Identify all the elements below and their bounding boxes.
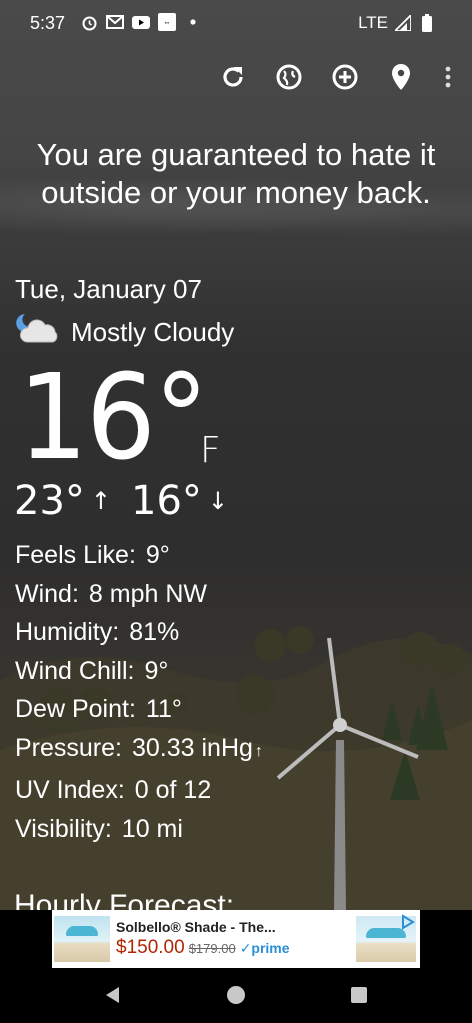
detail-feels-like: Feels Like: 9°: [15, 541, 170, 569]
location-pin-icon[interactable]: [386, 62, 416, 92]
alarm-icon: [80, 13, 98, 31]
status-time: 5:37: [30, 13, 66, 33]
mostly-cloudy-night-icon: [15, 312, 61, 353]
signal-icon: [394, 14, 412, 32]
ad-text[interactable]: Solbello® Shade - The... $150.00 $179.00…: [110, 919, 356, 959]
nav-recents-icon[interactable]: [350, 986, 368, 1009]
up-arrow-icon: ↑: [90, 487, 112, 515]
low-temperature: 16°: [131, 478, 202, 524]
ad-price-row: $150.00 $179.00 ✓prime: [116, 937, 356, 959]
detail-wind-chill: Wind Chill: 9°: [15, 656, 169, 685]
gmail-icon: [106, 13, 124, 31]
nav-home-icon[interactable]: [226, 985, 246, 1010]
status-notification-icons: ▪▪▪: [80, 13, 202, 31]
pressure-rising-arrow-icon: ↑: [254, 742, 263, 760]
app-toolbar: [218, 62, 454, 92]
ad-choices-icon[interactable]: [400, 914, 416, 930]
temperature-unit: F: [200, 430, 221, 471]
detail-pressure: Pressure: 30.33 inHg ↑: [15, 733, 263, 762]
status-right: LTE: [358, 13, 436, 33]
ad-product-image[interactable]: [54, 916, 110, 962]
detail-uv-index: UV Index: 0 of 12: [15, 776, 212, 804]
radar-icon[interactable]: [274, 62, 304, 92]
add-location-icon[interactable]: [330, 62, 360, 92]
network-type: LTE: [358, 13, 388, 32]
ad-prime-badge: ✓prime: [239, 940, 290, 956]
ad-price: $150.00: [116, 937, 185, 958]
nav-back-icon[interactable]: [103, 985, 123, 1010]
weather-channel-icon: ▪▪▪: [158, 13, 176, 31]
status-bar: 5:37 ▪▪▪ LTE: [0, 0, 472, 48]
high-temperature: 23°: [14, 478, 85, 524]
detail-dew-point: Dew Point: 11°: [15, 695, 182, 723]
detail-visibility: Visibility: 10 mi: [15, 814, 183, 843]
condition-row: Mostly Cloudy: [15, 312, 234, 353]
high-low-row: 23° ↑ 16° ↓: [14, 478, 242, 524]
weather-details: Feels Like: 9° Wind: 8 mph NW Humidity: 81%…: [15, 536, 263, 848]
down-arrow-icon: ↓: [207, 487, 229, 515]
battery-icon: [418, 14, 436, 32]
snarky-headline: You are guaranteed to hate it outside or…: [36, 137, 436, 210]
refresh-icon[interactable]: [218, 62, 248, 92]
more-vertical-icon[interactable]: [442, 62, 454, 92]
ad-title[interactable]: Solbello® Shade - The...: [116, 919, 356, 935]
banner-ad[interactable]: Solbello® Shade - The... $150.00 $179.00…: [52, 910, 420, 968]
more-notifications-dot-icon: [184, 13, 202, 31]
detail-wind: Wind: 8 mph NW: [15, 579, 207, 608]
forecast-date: Tue, January 07: [15, 274, 202, 304]
ad-old-price: $179.00: [188, 941, 236, 956]
current-temperature: 16°: [18, 348, 209, 486]
hourly-forecast-title: Hourly Forecast:: [14, 889, 235, 910]
youtube-icon: [132, 13, 150, 31]
detail-humidity: Humidity: 81%: [15, 618, 180, 646]
condition-text: Mostly Cloudy: [71, 317, 235, 347]
